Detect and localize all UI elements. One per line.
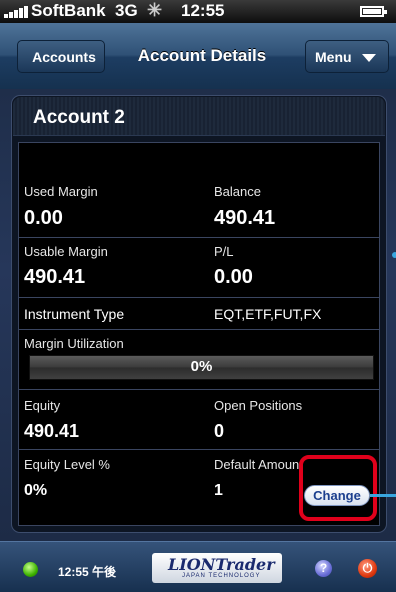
account-name: Account 2 — [33, 107, 125, 128]
default-amount-label: Default Amount — [214, 457, 303, 472]
margin-utilization-bar: 0% — [29, 355, 374, 380]
logo-text: LIONTrader — [168, 555, 275, 574]
open-positions-label: Open Positions — [214, 398, 303, 413]
margin-utilization-value: 0% — [190, 358, 213, 375]
signal-icon — [4, 6, 30, 18]
instrument-type-value: EQT,ETF,FUT,FX — [214, 306, 322, 322]
logo-subtext: JAPAN TECHNOLOGY — [182, 573, 261, 579]
usable-margin-pl-row: Usable Margin 490.41 P/L 0.00 — [19, 238, 379, 298]
open-positions-value: 0 — [214, 421, 225, 441]
spinner-icon: ✳ — [147, 0, 163, 20]
callout-dot — [392, 252, 396, 258]
bottom-toolbar: 12:55 午後 LIONTrader JAPAN TECHNOLOGY ? ⏻ — [0, 541, 396, 592]
usable-margin-label: Usable Margin — [24, 244, 108, 259]
toolbar-time: 12:55 午後 — [58, 565, 117, 579]
equity-positions-row: Equity 490.41 Open Positions 0 — [19, 390, 379, 450]
balance-value: 490.41 — [214, 207, 276, 229]
pl-value: 0.00 — [214, 266, 253, 288]
pl-label: P/L — [214, 244, 234, 259]
battery-icon — [360, 6, 387, 17]
liontrader-logo: LIONTrader JAPAN TECHNOLOGY — [152, 553, 282, 583]
margin-utilization-row: Margin Utilization 0% — [19, 330, 379, 390]
margin-balance-row: Used Margin 0.00 Balance 490.41 — [19, 143, 379, 238]
callout-line — [370, 494, 396, 497]
status-time: 12:55 — [181, 1, 225, 20]
margin-utilization-label: Margin Utilization — [24, 336, 124, 351]
change-default-amount-button[interactable]: Change — [304, 485, 370, 506]
page-title: Account Details — [137, 46, 267, 65]
accounts-back-button[interactable]: Accounts — [17, 40, 105, 73]
status-bar: SoftBank 3G ✳ 12:55 — [0, 0, 396, 23]
used-margin-label: Used Margin — [24, 184, 98, 199]
power-icon[interactable]: ⏻ — [358, 559, 377, 578]
chevron-down-icon — [362, 54, 376, 62]
menu-button-label: Menu — [315, 49, 352, 65]
network-type: 3G — [115, 1, 138, 20]
navigation-bar: Accounts Account Details Menu — [0, 23, 396, 90]
account-panel-header: Account 2 — [13, 97, 385, 136]
used-margin-value: 0.00 — [24, 207, 63, 229]
menu-button[interactable]: Menu — [305, 40, 389, 73]
instrument-type-row: Instrument Type EQT,ETF,FUT,FX — [19, 298, 379, 330]
carrier-name: SoftBank — [31, 1, 106, 20]
usable-margin-value: 490.41 — [24, 266, 86, 288]
equity-level-value: 0% — [24, 482, 48, 499]
instrument-type-label: Instrument Type — [24, 306, 125, 322]
equity-level-label: Equity Level % — [24, 457, 110, 472]
connection-status-icon — [23, 562, 38, 577]
balance-label: Balance — [214, 184, 261, 199]
equity-value: 490.41 — [24, 421, 80, 441]
equity-label: Equity — [24, 398, 61, 413]
help-icon[interactable]: ? — [315, 560, 332, 577]
default-amount-value: 1 — [214, 482, 223, 499]
